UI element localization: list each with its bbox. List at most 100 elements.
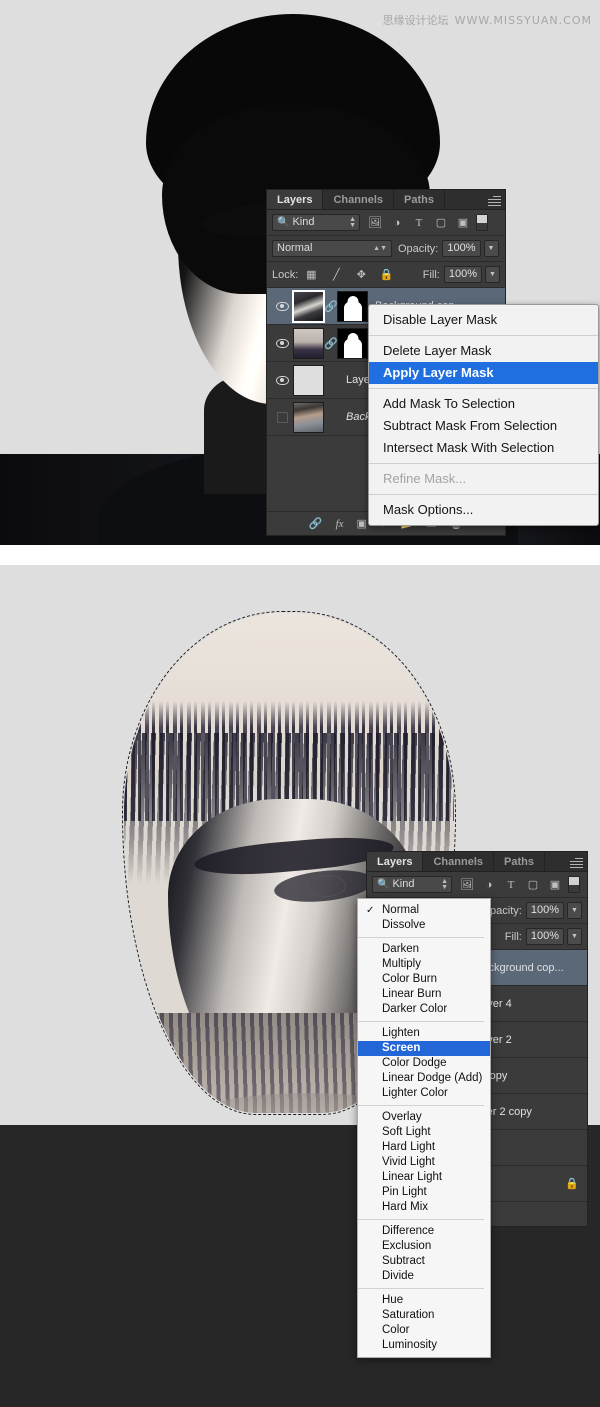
shape-filter-icon[interactable]: ▢ — [434, 216, 448, 230]
type-filter-icon[interactable]: T — [504, 878, 518, 892]
layer-mask-thumbnail[interactable] — [337, 327, 368, 359]
menu-separator — [358, 1288, 484, 1289]
blend-item-subtract[interactable]: Subtract — [358, 1254, 490, 1269]
menu-item-disable-layer-mask[interactable]: Disable Layer Mask — [369, 309, 598, 331]
fx-icon[interactable]: fx — [336, 518, 344, 530]
tab-paths[interactable]: Paths — [394, 190, 445, 209]
mask-link-icon[interactable]: 🔗 — [324, 337, 338, 350]
blend-item-difference[interactable]: Difference — [358, 1224, 490, 1239]
layer-visibility-toggle[interactable] — [271, 375, 293, 385]
filter-row-top: 🔍 Kind ▲ ▼ 🖼 ◑ T ▢ ▣ — [267, 210, 505, 236]
blend-item-divide[interactable]: Divide — [358, 1269, 490, 1284]
blend-item-darker-color[interactable]: Darker Color — [358, 1002, 490, 1017]
all-lock-icon[interactable]: 🔒 — [379, 268, 393, 282]
layer-thumbnail[interactable] — [293, 327, 324, 359]
blend-item-linear-dodge-add[interactable]: Linear Dodge (Add) — [358, 1071, 490, 1086]
blend-item-darken[interactable]: Darken — [358, 942, 490, 957]
de-eyeball — [306, 875, 346, 897]
blend-item-screen[interactable]: Screen — [358, 1041, 490, 1056]
lock-label-top: Lock: — [272, 268, 299, 281]
blend-item-pin-light[interactable]: Pin Light — [358, 1185, 490, 1200]
layer-visibility-toggle[interactable] — [271, 411, 293, 423]
fill-value-bottom[interactable]: 100% — [525, 928, 564, 945]
fill-dropdown-icon-top[interactable]: ▼ — [485, 266, 500, 283]
menu-item-delete-layer-mask[interactable]: Delete Layer Mask — [369, 340, 598, 362]
opacity-value-bottom[interactable]: 100% — [525, 902, 564, 919]
blend-item-color-dodge[interactable]: Color Dodge — [358, 1056, 490, 1071]
layer-visibility-toggle[interactable] — [271, 301, 293, 311]
fill-label-bottom: Fill: — [504, 930, 522, 943]
menu-item-add-mask-to-selection[interactable]: Add Mask To Selection — [369, 393, 598, 415]
blend-item-linear-burn[interactable]: Linear Burn — [358, 987, 490, 1002]
adjustment-filter-icon[interactable]: ◑ — [390, 216, 404, 230]
chevron-updown-icon: ▲▼ — [441, 878, 448, 891]
layer-thumbnail[interactable] — [293, 401, 324, 433]
filter-kind-select[interactable]: 🔍 Kind ▲ ▼ — [272, 214, 360, 231]
filter-toggle-switch[interactable] — [476, 214, 488, 231]
image-filter-icon[interactable]: 🖼 — [368, 216, 382, 230]
chevron-updown-icon: ▲▼ — [373, 244, 387, 252]
fill-value-top[interactable]: 100% — [443, 266, 482, 283]
image-filter-icon[interactable]: 🖼 — [460, 878, 474, 892]
blend-mode-dropdown-menu[interactable]: Normal Dissolve Darken Multiply Color Bu… — [357, 898, 491, 1358]
filter-kind-select[interactable]: 🔍 Kind ▲ ▼ — [372, 876, 452, 893]
menu-item-subtract-mask-from-selection[interactable]: Subtract Mask From Selection — [369, 415, 598, 437]
menu-separator — [358, 1021, 484, 1022]
blend-item-normal[interactable]: Normal — [358, 903, 490, 918]
shape-filter-icon[interactable]: ▢ — [526, 878, 540, 892]
layer-mask-context-menu[interactable]: Disable Layer Mask Delete Layer Mask App… — [368, 304, 599, 526]
menu-item-intersect-mask-with-selection[interactable]: Intersect Mask With Selection — [369, 437, 598, 459]
menu-item-apply-layer-mask[interactable]: Apply Layer Mask — [369, 362, 598, 384]
watermark-cn: 思缘设计论坛 — [382, 14, 449, 27]
panel-menu-icon[interactable] — [485, 194, 501, 206]
filter-icon-group: 🖼 ◑ T ▢ ▣ — [368, 216, 470, 230]
tab-paths[interactable]: Paths — [494, 852, 545, 871]
opacity-dropdown-icon-top[interactable]: ▼ — [483, 240, 499, 257]
smart-object-filter-icon[interactable]: ▣ — [548, 878, 562, 892]
blend-item-saturation[interactable]: Saturation — [358, 1308, 490, 1323]
blend-item-hard-light[interactable]: Hard Light — [358, 1140, 490, 1155]
blend-mode-value-top: Normal — [277, 242, 313, 254]
filter-toggle-switch[interactable] — [568, 876, 580, 893]
tab-layers[interactable]: Layers — [267, 190, 324, 209]
blend-item-dissolve[interactable]: Dissolve — [358, 918, 490, 933]
mask-icon[interactable]: ▣ — [357, 517, 367, 530]
opacity-value-top[interactable]: 100% — [442, 240, 481, 257]
layer-thumbnail[interactable] — [293, 364, 324, 396]
blend-item-hue[interactable]: Hue — [358, 1293, 490, 1308]
blend-item-luminosity[interactable]: Luminosity — [358, 1338, 490, 1353]
type-filter-icon[interactable]: T — [412, 216, 426, 230]
blend-item-soft-light[interactable]: Soft Light — [358, 1125, 490, 1140]
brush-lock-icon[interactable]: ╱ — [329, 268, 343, 282]
tab-channels[interactable]: Channels — [323, 190, 394, 209]
blend-mode-select-top[interactable]: Normal ▲▼ — [272, 240, 392, 257]
layer-thumbnail[interactable] — [292, 289, 325, 323]
transparency-lock-icon[interactable]: ▦ — [304, 268, 318, 282]
panel-menu-icon[interactable] — [567, 856, 583, 868]
blend-item-color-burn[interactable]: Color Burn — [358, 972, 490, 987]
move-lock-icon[interactable]: ✥ — [354, 268, 368, 282]
fill-dropdown-icon-bottom[interactable]: ▼ — [567, 928, 582, 945]
panel-tabbar-bottom: Layers Channels Paths — [367, 852, 587, 872]
lock-icon-group: ▦ ╱ ✥ 🔒 — [304, 268, 393, 282]
link-icon[interactable]: 🔗 — [309, 517, 323, 530]
layer-mask-thumbnail[interactable] — [337, 290, 368, 322]
tab-channels[interactable]: Channels — [423, 852, 494, 871]
blend-item-exclusion[interactable]: Exclusion — [358, 1239, 490, 1254]
blend-item-linear-light[interactable]: Linear Light — [358, 1170, 490, 1185]
blend-item-lighten[interactable]: Lighten — [358, 1026, 490, 1041]
blend-item-lighter-color[interactable]: Lighter Color — [358, 1086, 490, 1101]
smart-object-filter-icon[interactable]: ▣ — [456, 216, 470, 230]
layer-visibility-toggle[interactable] — [271, 338, 293, 348]
blend-item-multiply[interactable]: Multiply — [358, 957, 490, 972]
adjustment-filter-icon[interactable]: ◑ — [482, 878, 496, 892]
blend-item-color[interactable]: Color — [358, 1323, 490, 1338]
blend-item-hard-mix[interactable]: Hard Mix — [358, 1200, 490, 1215]
mask-link-icon[interactable]: 🔗 — [324, 300, 338, 313]
menu-item-mask-options[interactable]: Mask Options... — [369, 499, 598, 521]
filter-kind-label: Kind — [292, 216, 315, 228]
tab-layers[interactable]: Layers — [367, 852, 424, 871]
blend-item-overlay[interactable]: Overlay — [358, 1110, 490, 1125]
blend-item-vivid-light[interactable]: Vivid Light — [358, 1155, 490, 1170]
opacity-dropdown-icon-bottom[interactable]: ▼ — [567, 902, 582, 919]
